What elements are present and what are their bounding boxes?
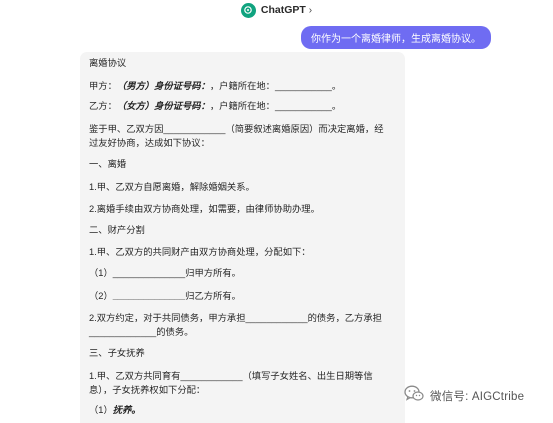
user-message: 你作为一个离婚律师，生成离婚协议。 [301, 26, 491, 49]
watermark: 微信号: AIGCtribe [404, 384, 524, 408]
assistant-reply: 离婚协议 甲方：（男方）身份证号码：，户籍所在地：___________。 乙方… [80, 52, 405, 423]
agreement-title: 离婚协议 [89, 58, 127, 68]
section-2-heading: 二、财产分割 [89, 225, 145, 235]
party-a-line: 甲方：（男方）身份证号码：，户籍所在地：___________。 [89, 81, 342, 91]
wechat-icon [404, 385, 424, 407]
section-2-item-2-cont: _____________的债务。 [89, 327, 194, 337]
app-header: ChatGPT › [0, 0, 553, 20]
section-3-item-1-cont: 息），子女抚养权如下分配： [89, 385, 206, 395]
section-2-item-1: 1.甲、乙双方的共同财产由双方协商处理，分配如下： [89, 247, 311, 257]
openai-logo-icon [240, 2, 256, 18]
section-2-sub-2: （2）______________归乙方所有。 [89, 291, 241, 301]
chevron-right-icon[interactable]: › [309, 5, 312, 16]
section-2-sub-1: （1）______________归甲方所有。 [89, 268, 241, 278]
section-3-sub-1: （1）抚养。 [89, 405, 141, 415]
section-1-item-2: 2.离婚手续由双方协商处理，如需要，由律师协助办理。 [89, 204, 320, 214]
preamble-line-2: 过友好协商，达成如下协议： [89, 138, 210, 148]
watermark-text: 微信号: AIGCtribe [430, 391, 525, 403]
section-1-heading: 一、离婚 [89, 159, 127, 169]
section-3-heading: 三、子女抚养 [89, 348, 145, 358]
section-1-item-1: 1.甲、乙双方自愿离婚，解除婚姻关系。 [89, 182, 255, 192]
party-b-line: 乙方：（女方）身份证号码：，户籍所在地：___________。 [89, 101, 342, 111]
app-title[interactable]: ChatGPT [261, 4, 306, 16]
